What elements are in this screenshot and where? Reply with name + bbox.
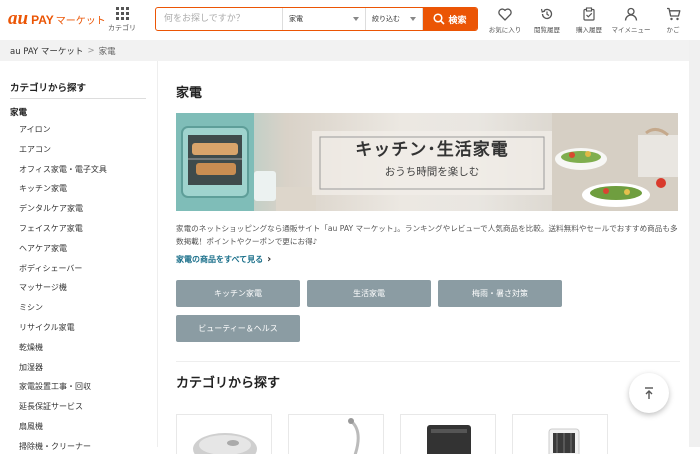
search-bar: 何をお探しですか？ 家電 絞り込む 検索: [155, 7, 478, 31]
search-button[interactable]: 検索: [423, 8, 477, 30]
search-input[interactable]: 何をお探しですか？: [156, 8, 283, 30]
category-sidebar: カテゴリから探す 家電 アイロン エアコン オフィス家電・電子文具 キッチン家電…: [0, 61, 158, 451]
sidebar-item[interactable]: キッチン家電: [19, 183, 107, 203]
banner-text: キッチン･生活家電 おうち時間を楽しむ: [316, 135, 548, 187]
sidebar-title: カテゴリから探す: [10, 83, 87, 94]
logo-au: au: [8, 8, 29, 29]
au-pay-market-logo[interactable]: au PAY マーケット: [8, 8, 106, 30]
sidebar-item[interactable]: アイロン: [19, 124, 107, 144]
banner-title: キッチン･生活家電: [355, 140, 509, 160]
breadcrumb: au PAY マーケット > 家電: [10, 45, 116, 57]
purchase-history-label: 購入履歴: [576, 26, 602, 34]
category-thumbnails: [176, 414, 696, 454]
heart-icon: [498, 7, 512, 21]
sidebar-item[interactable]: 掃除機・クリーナー: [19, 441, 107, 461]
purchase-history-icon: [583, 7, 595, 21]
breadcrumb-separator: >: [87, 46, 95, 56]
category-description: 家電のネットショッピングなら通販サイト「au PAY マーケット」。ランキングや…: [176, 224, 678, 246]
logo-market: マーケット: [55, 16, 106, 27]
my-menu-label: マイメニュー: [611, 26, 651, 34]
sidebar-item[interactable]: 延長保証サービス: [19, 401, 107, 421]
rice-cooker-image: [193, 433, 257, 454]
search-button-label: 検索: [448, 15, 467, 26]
chip-beauty-health[interactable]: ビューティー＆ヘルス: [176, 315, 300, 342]
page-scrollbar[interactable]: [689, 40, 700, 447]
main-content: 家電 キッチン･生活家電 おうち時間を楽しむ 家電のネットショッピングなら通販サ…: [160, 61, 690, 454]
breadcrumb-current: 家電: [98, 47, 116, 57]
sidebar-item[interactable]: エアコン: [19, 144, 107, 164]
my-menu-button[interactable]: マイメニュー: [610, 6, 652, 34]
chip-kitchen-appliances[interactable]: キッチン家電: [176, 280, 300, 307]
category-menu-button[interactable]: カテゴリ: [107, 6, 137, 33]
sidebar-item[interactable]: 加湿器: [19, 362, 107, 382]
chevron-right-icon: ›: [267, 254, 272, 265]
kitchen-appliance-banner[interactable]: キッチン･生活家電 おうち時間を楽しむ: [176, 113, 678, 211]
site-header: au PAY マーケット カテゴリ 何をお探しですか？ 家電 絞り込む 検索 お…: [0, 0, 700, 40]
sidebar-item[interactable]: 扇風機: [19, 421, 107, 441]
sidebar-item[interactable]: デンタルケア家電: [19, 203, 107, 223]
back-to-top-button[interactable]: [629, 373, 669, 413]
cart-label: かご: [666, 26, 680, 34]
search-filter-label: 絞り込む: [372, 15, 400, 23]
logo-pay: PAY: [31, 13, 54, 27]
sidebar-item[interactable]: 家電設置工事・回収: [19, 381, 107, 401]
purchase-history-button[interactable]: 購入履歴: [568, 6, 610, 34]
chip-rainy-season-heat[interactable]: 梅雨・暑さ対策: [438, 280, 562, 307]
sidebar-item[interactable]: 乾燥機: [19, 342, 107, 362]
view-all-products-link[interactable]: 家電の商品をすべて見る ›: [176, 254, 271, 265]
search-icon: [433, 13, 446, 25]
breadcrumb-home-link[interactable]: au PAY マーケット: [10, 45, 83, 57]
sidebar-item[interactable]: ミシン: [19, 302, 107, 322]
user-icon: [624, 7, 638, 21]
page-title: 家電: [176, 86, 203, 101]
breadcrumb-bar: au PAY マーケット > 家電: [0, 40, 700, 61]
category-menu-label: カテゴリ: [108, 24, 136, 32]
grid-icon: [107, 7, 137, 20]
browsing-history-button[interactable]: 閲覧履歴: [526, 6, 568, 34]
banner-subtitle: おうち時間を楽しむ: [384, 166, 480, 178]
sidebar-item[interactable]: フェイスケア家電: [19, 223, 107, 243]
chevron-down-icon: [353, 17, 359, 21]
view-all-products-label: 家電の商品をすべて見る: [176, 255, 264, 264]
sidebar-item[interactable]: マッサージ機: [19, 282, 107, 302]
sidebar-divider: [10, 98, 146, 99]
category-thumbnail[interactable]: [512, 414, 608, 454]
sidebar-item[interactable]: ボディシェーバー: [19, 263, 107, 283]
category-section-title: カテゴリから探す: [176, 376, 281, 391]
favorites-button[interactable]: お気に入り: [484, 6, 526, 34]
section-divider: [176, 361, 680, 362]
favorites-label: お気に入り: [488, 26, 522, 34]
browsing-history-label: 閲覧履歴: [534, 26, 560, 34]
appliance-image: [427, 425, 471, 454]
search-filter-select[interactable]: 絞り込む: [366, 8, 423, 30]
sidebar-item[interactable]: オフィス家電・電子文具: [19, 164, 107, 184]
cart-button[interactable]: かご: [652, 6, 694, 34]
sidebar-category-list: アイロン エアコン オフィス家電・電子文具 キッチン家電 デンタルケア家電 フェ…: [19, 124, 107, 461]
vacuum-cleaner-image: [348, 418, 360, 454]
cart-icon: [666, 7, 680, 21]
category-thumbnail[interactable]: [176, 414, 272, 454]
category-thumbnail[interactable]: [288, 414, 384, 454]
history-icon: [540, 8, 553, 20]
arrow-up-icon: [645, 387, 653, 399]
sidebar-item[interactable]: ヘアケア家電: [19, 243, 107, 263]
chip-household-appliances[interactable]: 生活家電: [307, 280, 431, 307]
search-category-select[interactable]: 家電: [283, 8, 366, 30]
search-category-value: 家電: [289, 15, 303, 23]
sidebar-parent-category[interactable]: 家電: [10, 106, 27, 118]
chevron-down-icon: [410, 17, 416, 21]
sidebar-item[interactable]: リサイクル家電: [19, 322, 107, 342]
heater-image: [548, 428, 580, 454]
category-thumbnail[interactable]: [400, 414, 496, 454]
